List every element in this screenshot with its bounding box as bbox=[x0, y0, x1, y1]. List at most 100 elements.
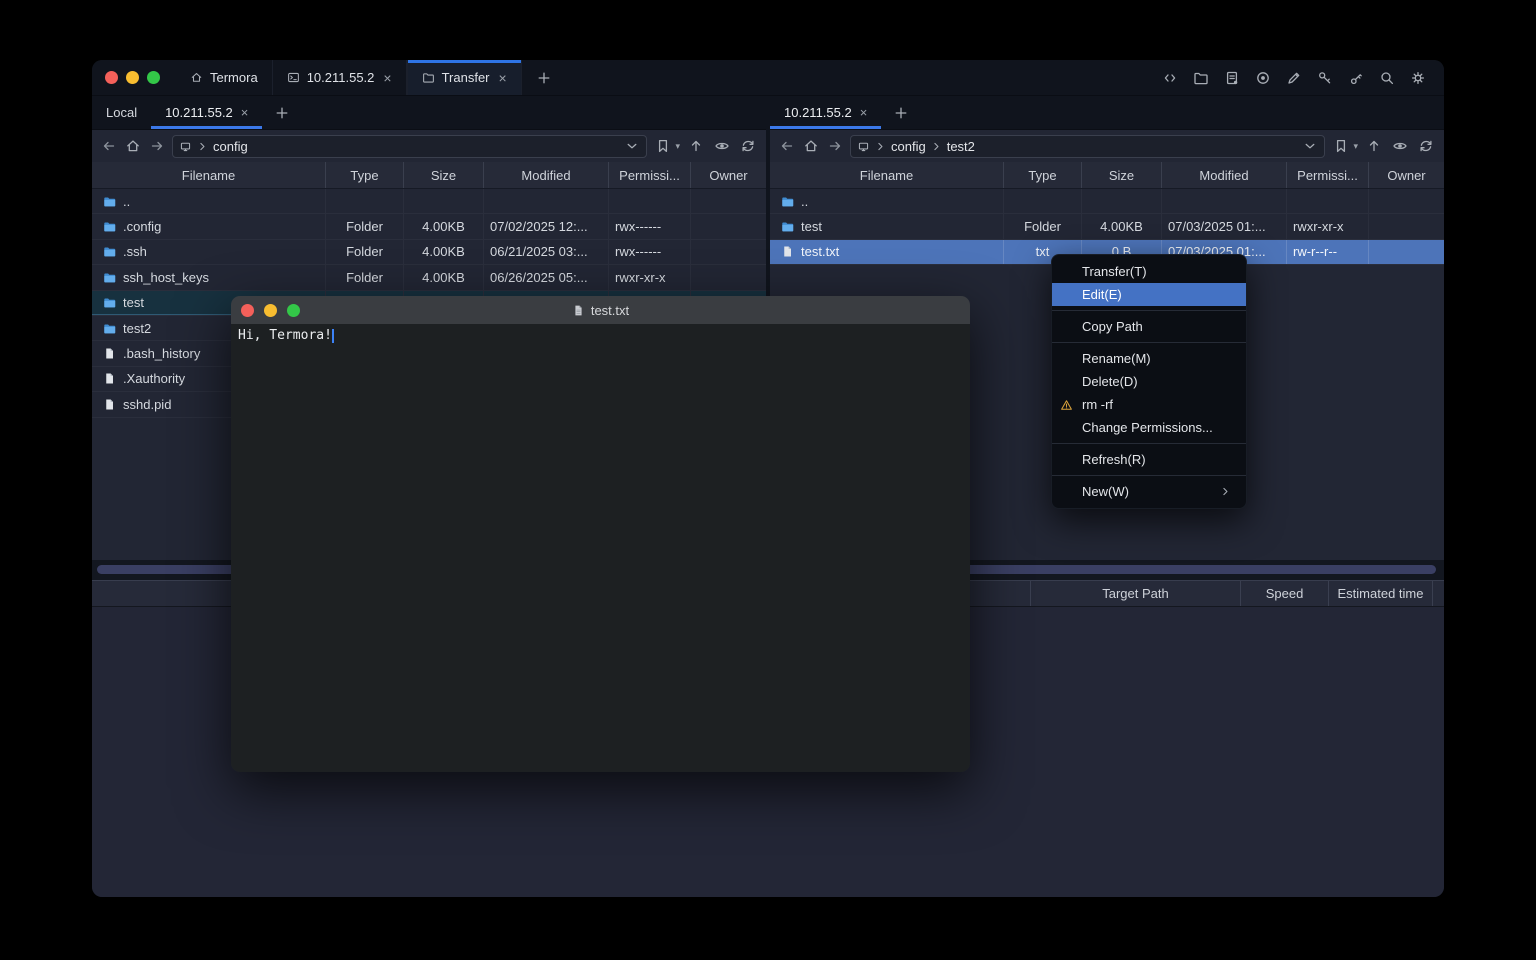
home-button[interactable] bbox=[802, 137, 820, 155]
column-header[interactable]: Estimated time bbox=[1328, 581, 1432, 606]
menu-item-edit[interactable]: Edit(E) bbox=[1052, 283, 1246, 306]
submenu-chevron-icon bbox=[1219, 485, 1232, 498]
filename: .. bbox=[801, 194, 808, 209]
keychain-icon[interactable] bbox=[1346, 68, 1366, 88]
chevron-down-icon[interactable] bbox=[624, 138, 640, 154]
column-header[interactable]: Filename bbox=[92, 162, 325, 188]
table-row[interactable]: .. bbox=[770, 189, 1444, 214]
menu-item-change-permissions[interactable]: Change Permissions... bbox=[1052, 416, 1246, 439]
record-icon[interactable] bbox=[1253, 68, 1273, 88]
table-row[interactable]: .ssh Folder 4.00KB 06/21/2025 03:... rwx… bbox=[92, 240, 766, 265]
path-breadcrumb[interactable]: config bbox=[172, 135, 647, 158]
folder-icon bbox=[422, 71, 435, 84]
add-panel-tab-button[interactable] bbox=[262, 96, 302, 129]
show-hidden-button[interactable] bbox=[1390, 136, 1410, 156]
column-header[interactable]: Size bbox=[403, 162, 483, 188]
folder-icon bbox=[103, 220, 116, 233]
titlebar: Termora 10.211.55.2 × Transfer × bbox=[92, 60, 1444, 96]
close-tab-icon[interactable]: × bbox=[241, 105, 249, 120]
tab-termora[interactable]: Termora bbox=[176, 60, 272, 95]
editor-text: Hi, Termora! bbox=[238, 328, 332, 343]
editor-content[interactable]: Hi, Termora! bbox=[231, 324, 970, 772]
search-icon[interactable] bbox=[1377, 68, 1397, 88]
home-button[interactable] bbox=[124, 137, 142, 155]
tab-local[interactable]: Local bbox=[92, 96, 151, 129]
filename: .Xauthority bbox=[123, 371, 185, 386]
close-window-button[interactable] bbox=[105, 71, 118, 84]
table-row[interactable]: .. bbox=[92, 189, 766, 214]
traffic-lights bbox=[92, 60, 176, 95]
column-header[interactable]: Filename bbox=[770, 162, 1003, 188]
column-header[interactable]: Modified bbox=[1161, 162, 1286, 188]
table-row[interactable]: .config Folder 4.00KB 07/02/2025 12:... … bbox=[92, 214, 766, 239]
refresh-button[interactable] bbox=[738, 136, 758, 156]
tab-host-terminal[interactable]: 10.211.55.2 × bbox=[272, 60, 407, 95]
column-header[interactable]: Size bbox=[1081, 162, 1161, 188]
log-icon[interactable] bbox=[1222, 68, 1242, 88]
column-header[interactable]: Permissi... bbox=[1286, 162, 1368, 188]
minimize-window-button[interactable] bbox=[126, 71, 139, 84]
new-tab-button[interactable] bbox=[522, 60, 566, 95]
computer-icon bbox=[857, 140, 870, 153]
column-header[interactable]: Modified bbox=[483, 162, 608, 188]
column-header[interactable]: Owner bbox=[1368, 162, 1444, 188]
forward-button[interactable] bbox=[826, 137, 844, 155]
folder-icon[interactable] bbox=[1191, 68, 1211, 88]
menu-separator bbox=[1052, 475, 1246, 476]
editor-titlebar[interactable]: test.txt bbox=[231, 296, 970, 324]
menu-item-rename[interactable]: Rename(M) bbox=[1052, 347, 1246, 370]
path-breadcrumb[interactable]: config test2 bbox=[850, 135, 1325, 158]
bookmark-button[interactable] bbox=[1331, 136, 1351, 156]
filename: ssh_host_keys bbox=[123, 270, 209, 285]
breadcrumb-segment[interactable]: config bbox=[213, 139, 248, 154]
close-tab-icon[interactable]: × bbox=[860, 105, 868, 120]
permissions-cell: rwxr-xr-x bbox=[608, 265, 690, 289]
settings-icon[interactable] bbox=[1408, 68, 1428, 88]
table-row[interactable]: test Folder 4.00KB 07/03/2025 01:... rwx… bbox=[770, 214, 1444, 239]
menu-item-rm-rf[interactable]: rm -rf bbox=[1052, 393, 1246, 416]
tab-remote-host[interactable]: 10.211.55.2 × bbox=[770, 96, 881, 129]
tab-remote-host[interactable]: 10.211.55.2 × bbox=[151, 96, 262, 129]
edit-icon[interactable] bbox=[1284, 68, 1304, 88]
permissions-cell: rw-r--r-- bbox=[1286, 240, 1368, 264]
back-button[interactable] bbox=[778, 137, 796, 155]
filename: test bbox=[801, 219, 822, 234]
zoom-window-button[interactable] bbox=[147, 71, 160, 84]
menu-item-label: rm -rf bbox=[1082, 397, 1113, 412]
show-hidden-button[interactable] bbox=[712, 136, 732, 156]
table-row[interactable]: ssh_host_keys Folder 4.00KB 06/26/2025 0… bbox=[92, 265, 766, 290]
breadcrumb-segment[interactable]: config bbox=[891, 139, 926, 154]
filename: test bbox=[123, 295, 144, 310]
column-header[interactable]: Type bbox=[1003, 162, 1081, 188]
add-panel-tab-button[interactable] bbox=[881, 96, 921, 129]
menu-item-transfer[interactable]: Transfer(T) bbox=[1052, 260, 1246, 283]
column-header[interactable]: Owner bbox=[690, 162, 766, 188]
table-header: Filename Type Size Modified Permissi... … bbox=[92, 162, 766, 189]
type-cell: Folder bbox=[325, 240, 403, 264]
refresh-button[interactable] bbox=[1416, 136, 1436, 156]
bookmark-button[interactable] bbox=[653, 136, 673, 156]
close-tab-icon[interactable]: × bbox=[383, 70, 391, 86]
menu-item-copy-path[interactable]: Copy Path bbox=[1052, 315, 1246, 338]
menu-item-delete[interactable]: Delete(D) bbox=[1052, 370, 1246, 393]
back-button[interactable] bbox=[100, 137, 118, 155]
up-directory-button[interactable] bbox=[686, 136, 706, 156]
permissions-cell: rwx------ bbox=[608, 214, 690, 238]
column-header[interactable]: Speed bbox=[1240, 581, 1328, 606]
caret-down-icon[interactable]: ▾ bbox=[675, 141, 680, 152]
breadcrumb-segment[interactable]: test2 bbox=[947, 139, 975, 154]
menu-item-refresh[interactable]: Refresh(R) bbox=[1052, 448, 1246, 471]
tab-transfer[interactable]: Transfer × bbox=[407, 60, 522, 95]
code-icon[interactable] bbox=[1160, 68, 1180, 88]
forward-button[interactable] bbox=[148, 137, 166, 155]
column-header[interactable]: Permissi... bbox=[608, 162, 690, 188]
menu-item-new[interactable]: New(W) bbox=[1052, 480, 1246, 503]
up-directory-button[interactable] bbox=[1364, 136, 1384, 156]
caret-down-icon[interactable]: ▾ bbox=[1353, 141, 1358, 152]
chevron-down-icon[interactable] bbox=[1302, 138, 1318, 154]
column-header[interactable]: Target Path bbox=[1030, 581, 1240, 606]
editor-title-text: test.txt bbox=[591, 303, 629, 318]
column-header[interactable]: Type bbox=[325, 162, 403, 188]
key-icon[interactable] bbox=[1315, 68, 1335, 88]
close-tab-icon[interactable]: × bbox=[499, 70, 507, 86]
